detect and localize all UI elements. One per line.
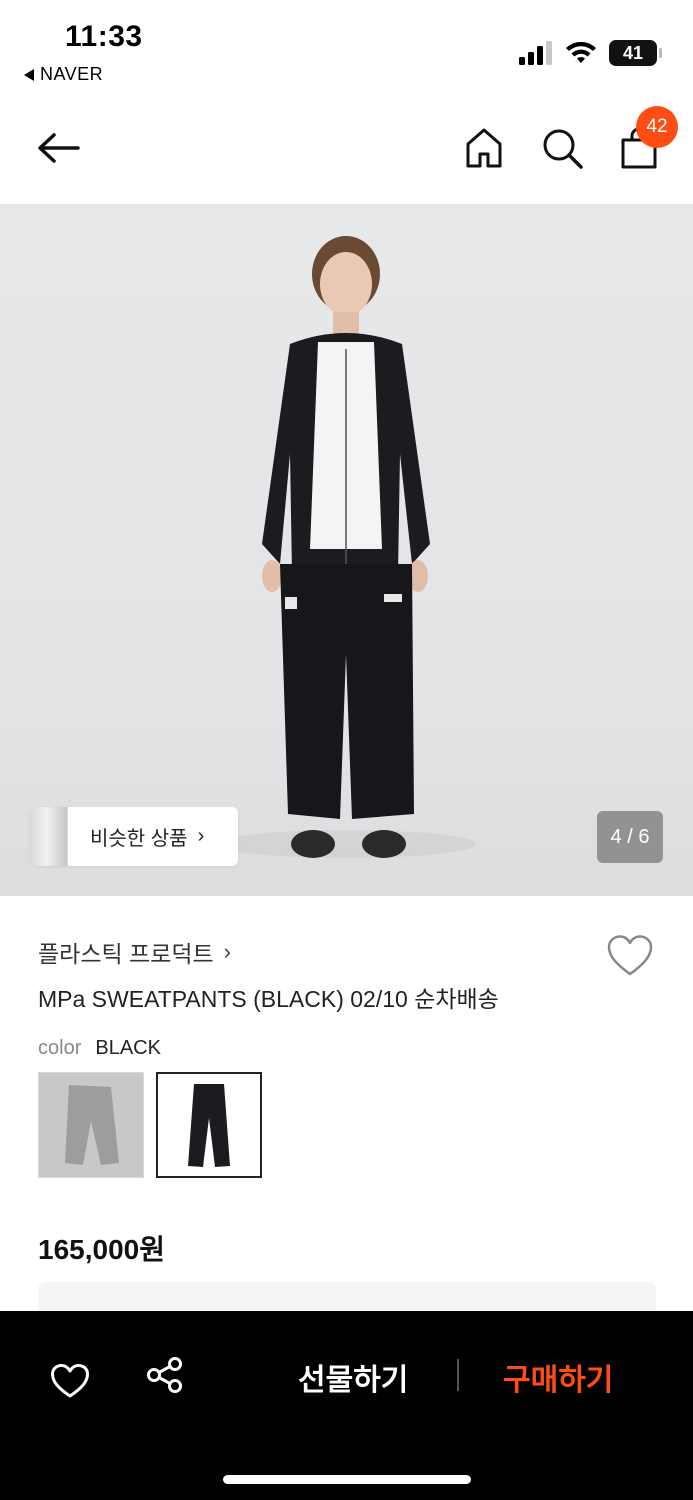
product-title: MPa SWEATPANTS (BLACK) 02/10 순차배송 (38, 986, 499, 1012)
heart-outline-icon[interactable] (606, 934, 654, 978)
bottom-action-bar: 선물하기 구매하기 (0, 1311, 693, 1500)
cart-count-badge: 42 (636, 106, 678, 148)
chevron-right-icon: › (223, 939, 231, 964)
back-app-label: NAVER (40, 64, 104, 84)
battery-icon: 41 (609, 40, 662, 66)
status-time: 11:33 (65, 20, 143, 53)
product-model-photo (216, 236, 476, 858)
status-bar: 11:33 NAVER 41 (0, 0, 693, 100)
black-pants-thumbnail (158, 1074, 260, 1176)
home-indicator[interactable] (223, 1475, 471, 1484)
share-icon[interactable] (146, 1356, 184, 1394)
similar-products-button[interactable]: 비슷한 상품 › (30, 807, 238, 866)
buy-button[interactable]: 구매하기 (503, 1355, 613, 1399)
back-arrow-icon[interactable] (36, 128, 82, 168)
product-image-gallery[interactable]: 비슷한 상품 › 4 / 6 (0, 204, 693, 896)
chevron-right-icon: › (197, 825, 205, 847)
grey-pants-thumbnail (39, 1073, 143, 1177)
color-option-row: color BLACK (38, 1037, 161, 1060)
home-icon[interactable] (464, 126, 504, 170)
color-option-value: BLACK (95, 1037, 161, 1059)
cellular-signal-icon (519, 41, 552, 65)
back-to-app-link[interactable]: NAVER (24, 64, 103, 85)
search-icon[interactable] (541, 127, 583, 169)
color-swatch-black[interactable] (156, 1072, 262, 1178)
top-navigation (0, 100, 693, 204)
color-option-label: color (38, 1037, 82, 1059)
wifi-icon (566, 41, 596, 63)
back-triangle-icon (24, 68, 34, 81)
brand-name: 플라스틱 프로덕트 (38, 941, 214, 967)
color-swatch-grey[interactable] (38, 1072, 144, 1178)
system-icons: 41 (519, 40, 662, 66)
brand-link[interactable]: 플라스틱 프로덕트 › (38, 935, 231, 969)
similar-products-thumbnail (30, 807, 68, 866)
wishlist-heart-icon[interactable] (50, 1363, 90, 1399)
action-divider (457, 1359, 459, 1391)
product-price: 165,000원 (38, 1234, 165, 1265)
gift-button[interactable]: 선물하기 (298, 1355, 408, 1399)
similar-products-label: 비슷한 상품 (90, 828, 188, 850)
image-page-indicator: 4 / 6 (597, 811, 663, 863)
